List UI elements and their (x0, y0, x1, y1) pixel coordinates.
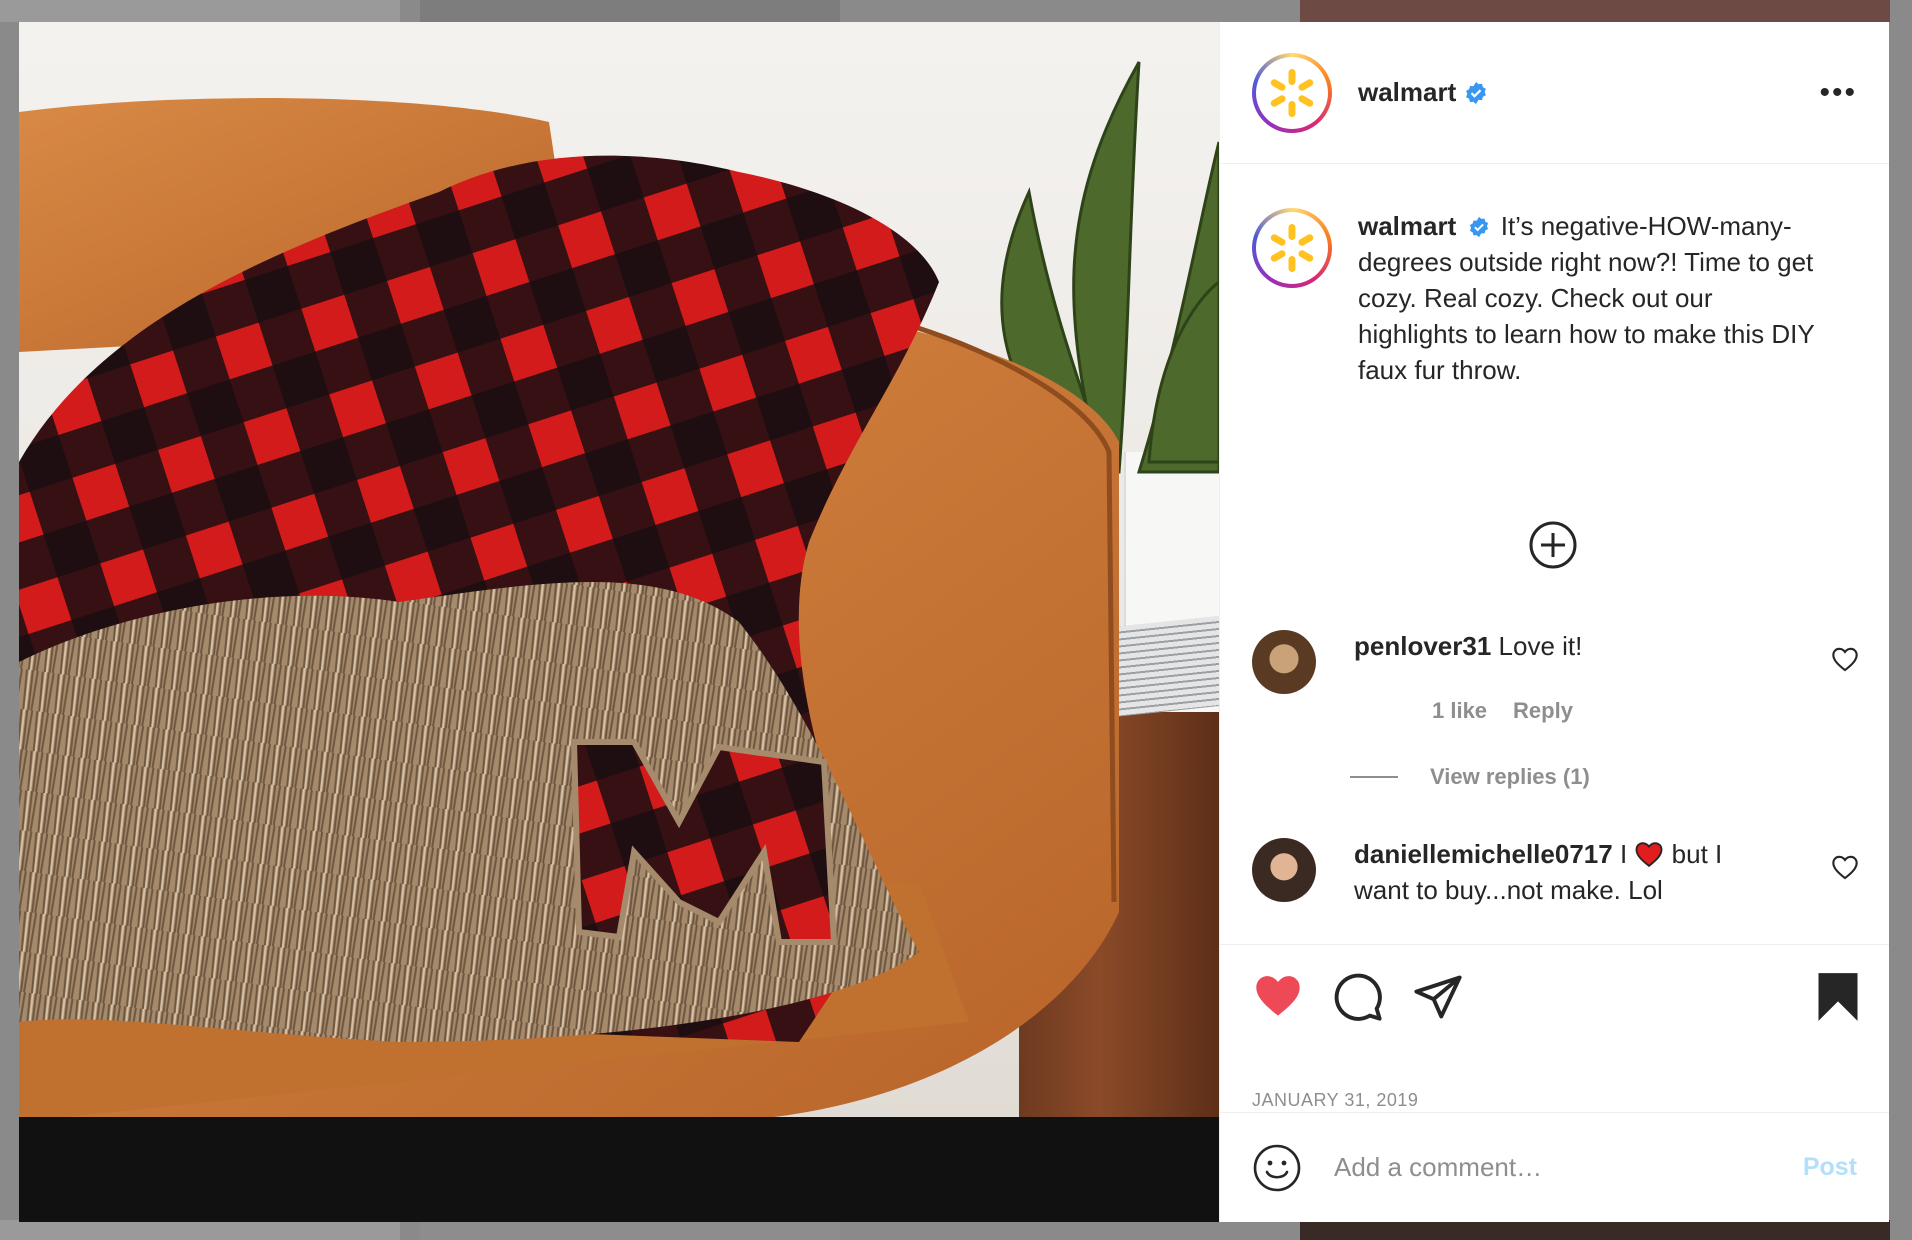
comments-scroll-area[interactable]: walmart It’s negative-HOW-many-degrees o… (1220, 164, 1889, 944)
background-feed-tile (0, 0, 400, 22)
author-username[interactable]: walmart (1358, 77, 1456, 108)
background-feed-tile (1300, 0, 1890, 22)
background-feed-tile (420, 0, 840, 22)
comment-item: daniellemichelle0717 I but I want to buy… (1252, 838, 1852, 908)
comment-reply-button[interactable]: Reply (1513, 698, 1573, 723)
walmart-spark-icon (1270, 224, 1314, 272)
comment-input[interactable]: Add a comment… (1334, 1152, 1803, 1183)
plus-circle-icon[interactable] (1528, 520, 1578, 570)
comment-text: I (1619, 839, 1628, 869)
comment-item: penlover31 Love it! (1252, 630, 1852, 694)
caption-username[interactable]: walmart (1358, 211, 1456, 241)
more-options-button[interactable]: ••• (1819, 77, 1857, 108)
background-feed-tile (1300, 1220, 1890, 1240)
author-avatar[interactable] (1252, 52, 1332, 133)
emoji-icon[interactable] (1252, 1143, 1302, 1193)
post-modal: walmart ••• walmart It’s negative-HOW-ma… (19, 22, 1889, 1222)
caption-author-avatar[interactable] (1252, 208, 1332, 288)
comment-body: daniellemichelle0717 I but I want to buy… (1354, 836, 1774, 908)
commenter-avatar[interactable] (1252, 838, 1316, 902)
heart-outline-icon[interactable] (1831, 854, 1859, 880)
photo-floor-shadow (19, 1117, 1219, 1222)
view-replies-label: View replies (1) (1430, 764, 1590, 789)
heart-icon[interactable] (1252, 971, 1304, 1019)
background-feed-tile (0, 1220, 400, 1240)
comment-body: penlover31 Love it! (1354, 628, 1774, 694)
post-header: walmart ••• (1220, 22, 1889, 164)
add-comment-bar: Add a comment… Post (1220, 1112, 1889, 1222)
background-feed-tile (420, 1220, 840, 1240)
walmart-spark-icon (1270, 68, 1314, 117)
post-caption: walmart It’s negative-HOW-many-degrees o… (1220, 164, 1889, 388)
bookmark-icon[interactable] (1816, 971, 1860, 1023)
red-heart-emoji-icon (1635, 842, 1663, 868)
heart-outline-icon[interactable] (1831, 646, 1859, 672)
photo-illustration (19, 61, 1219, 1122)
post-side-panel: walmart ••• walmart It’s negative-HOW-ma… (1219, 22, 1889, 1222)
verified-badge-icon (1466, 81, 1487, 104)
comment-bubble-icon[interactable] (1332, 971, 1384, 1023)
view-replies-button[interactable]: View replies (1) (1350, 764, 1590, 790)
view-replies-line (1350, 776, 1398, 778)
verified-badge-icon (1469, 216, 1488, 238)
commenter-username[interactable]: daniellemichelle0717 (1354, 839, 1613, 869)
caption-text-block: walmart It’s negative-HOW-many-degrees o… (1358, 208, 1818, 388)
paper-plane-icon[interactable] (1412, 971, 1464, 1023)
commenter-username[interactable]: penlover31 (1354, 631, 1491, 661)
post-date: JANUARY 31, 2019 (1252, 1090, 1419, 1110)
comment-meta: 1 like Reply (1432, 698, 1599, 724)
post-image[interactable] (19, 22, 1219, 1222)
commenter-avatar[interactable] (1252, 630, 1316, 694)
comment-likes-count[interactable]: 1 like (1432, 698, 1487, 723)
post-comment-button[interactable]: Post (1803, 1153, 1857, 1182)
comment-text: Love it! (1498, 631, 1583, 661)
